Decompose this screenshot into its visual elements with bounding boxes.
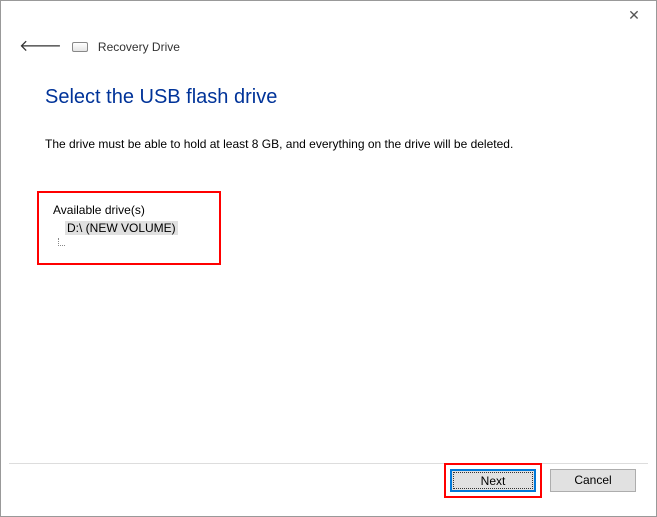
tree-connector-icon xyxy=(58,238,65,246)
page-heading: Select the USB flash drive xyxy=(45,86,616,109)
header-row: 🡐 Recovery Drive xyxy=(19,39,180,55)
next-button[interactable]: Next xyxy=(450,469,536,492)
next-button-highlight: Next xyxy=(444,463,542,498)
drive-tree: D:\ (NEW VOLUME) xyxy=(53,221,205,235)
cancel-button[interactable]: Cancel xyxy=(550,469,636,492)
titlebar: ✕ xyxy=(1,1,656,31)
back-arrow-icon[interactable]: 🡐 xyxy=(19,39,62,55)
page-description: The drive must be able to hold at least … xyxy=(45,137,616,151)
close-button[interactable]: ✕ xyxy=(624,7,644,27)
drive-list-item[interactable]: D:\ (NEW VOLUME) xyxy=(65,221,178,235)
button-bar: Next Cancel xyxy=(444,463,636,498)
drive-icon xyxy=(72,42,88,52)
available-drives-block: Available drive(s) D:\ (NEW VOLUME) xyxy=(37,191,221,265)
content-area: Select the USB flash drive The drive mus… xyxy=(45,86,616,265)
available-drives-label: Available drive(s) xyxy=(53,203,205,217)
window-title: Recovery Drive xyxy=(98,40,180,54)
